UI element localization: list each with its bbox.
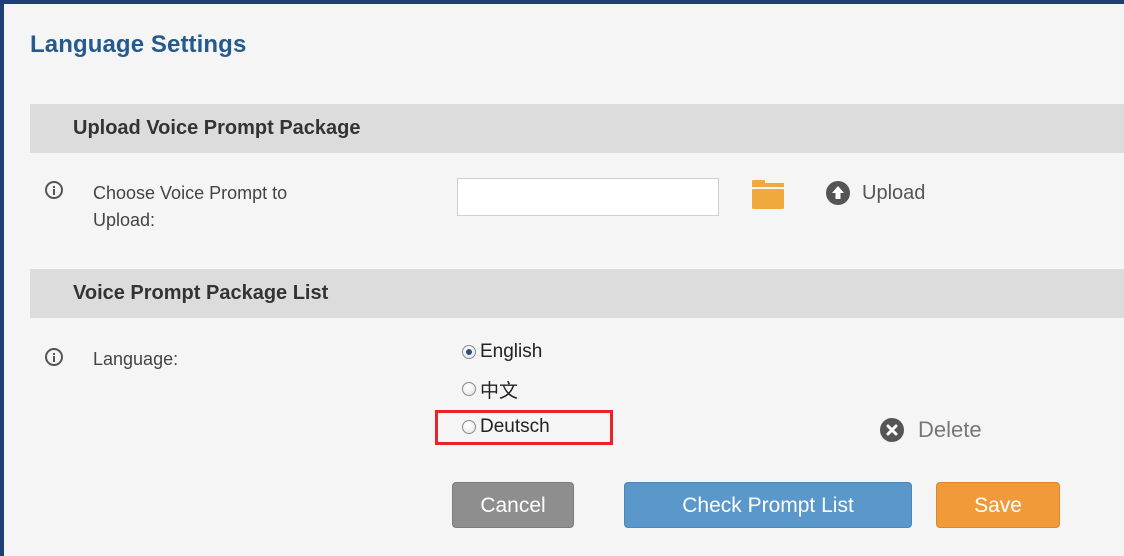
check-prompt-list-button[interactable]: Check Prompt List xyxy=(624,482,912,528)
cancel-button[interactable]: Cancel xyxy=(452,482,574,528)
upload-circle-icon xyxy=(826,181,850,205)
upload-button[interactable]: Upload xyxy=(826,179,925,207)
list-section-title: Voice Prompt Package List xyxy=(73,282,329,304)
language-option-english[interactable]: English xyxy=(462,339,542,365)
folder-icon[interactable] xyxy=(752,177,784,211)
deutsch-highlight-box xyxy=(435,410,613,445)
upload-section-header: Upload Voice Prompt Package xyxy=(30,104,1124,153)
delete-circle-icon xyxy=(880,418,904,442)
info-icon[interactable] xyxy=(45,348,63,366)
list-section-header: Voice Prompt Package List xyxy=(30,269,1124,318)
language-option-chinese[interactable]: 中文 xyxy=(462,376,518,402)
choose-prompt-label: Choose Voice Prompt to Upload: xyxy=(93,180,287,234)
choose-prompt-label-line2: Upload: xyxy=(93,210,156,230)
radio-chinese[interactable] xyxy=(462,382,476,396)
delete-button[interactable]: Delete xyxy=(880,417,982,443)
page-title: Language Settings xyxy=(30,31,247,58)
radio-label-chinese: 中文 xyxy=(480,380,519,402)
upload-label: Upload xyxy=(862,181,926,204)
settings-panel: Language Settings Upload Voice Prompt Pa… xyxy=(0,0,1124,556)
delete-label: Delete xyxy=(918,417,982,442)
language-label: Language: xyxy=(93,349,179,369)
voice-prompt-file-input[interactable] xyxy=(457,178,719,216)
info-icon[interactable] xyxy=(45,181,63,199)
radio-english[interactable] xyxy=(462,345,476,359)
save-button[interactable]: Save xyxy=(936,482,1060,528)
radio-label-english: English xyxy=(480,341,543,362)
choose-prompt-label-line1: Choose Voice Prompt to xyxy=(93,183,288,203)
upload-section-title: Upload Voice Prompt Package xyxy=(73,117,361,139)
